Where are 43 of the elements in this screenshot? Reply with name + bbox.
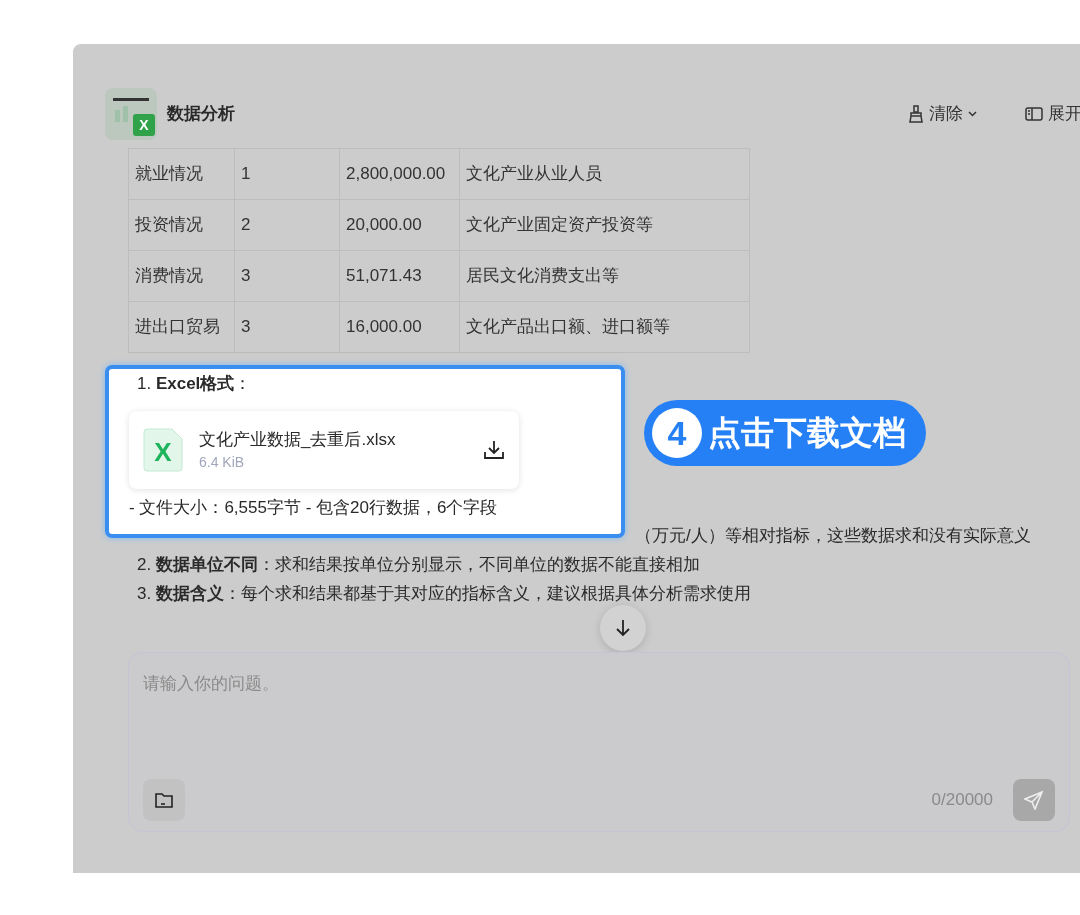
- step-number: 4: [652, 408, 702, 458]
- file-size: 6.4 KiB: [199, 453, 246, 473]
- scroll-down-button[interactable]: [600, 605, 646, 651]
- table-cell: 2,800,000.00: [339, 148, 460, 200]
- badge-icon: [133, 113, 155, 136]
- table-cell: 3: [234, 250, 340, 302]
- heading-text: 1. Excel格式：: [137, 373, 253, 395]
- note-text: 2. 数据单位不同：求和结果按单位分别显示，不同单位的数据不能直接相加: [137, 554, 701, 576]
- file-name: 文化产业数据_去重后.xlsx: [199, 428, 397, 451]
- table-cell: 居民文化消费支出等: [459, 250, 750, 302]
- note-text: 3. 数据含义：每个求和结果都基于其对应的指标含义，建议根据具体分析需求使用: [137, 583, 752, 605]
- message-input[interactable]: 请输入你的问题。: [129, 653, 1069, 763]
- table-cell: 就业情况: [128, 148, 235, 200]
- table-cell: 20,000.00: [339, 199, 460, 251]
- table-cell: 文化产品出口额、进口额等: [459, 301, 750, 353]
- logo-letter: X: [139, 116, 149, 133]
- file-type-letter: X: [154, 437, 172, 467]
- download-icon: [483, 439, 505, 461]
- table-cell: 1: [234, 148, 340, 200]
- table-cell: 消费情况: [128, 250, 235, 302]
- send-icon: [1024, 790, 1044, 810]
- table-cell: 投资情况: [128, 199, 235, 251]
- arrow-down-icon: [615, 619, 631, 637]
- table-cell: 2: [234, 199, 340, 251]
- table-cell: 3: [234, 301, 340, 353]
- callout-label: 点击下载文档: [708, 413, 906, 454]
- table-cell: 进出口贸易: [128, 301, 235, 353]
- app-title: 数据分析: [167, 102, 235, 125]
- attach-folder-button[interactable]: [143, 779, 185, 821]
- table-cell: 51,071.43: [339, 250, 460, 302]
- sidebar-icon: [1025, 105, 1043, 122]
- download-button[interactable]: [483, 439, 505, 461]
- note-text: （万元/人）等相对指标，这些数据求和没有实际意义: [635, 525, 1032, 547]
- bar-chart-drawing: [113, 97, 149, 122]
- caret-icon: [968, 110, 977, 117]
- table-cell: 文化产业固定资产投资等: [459, 199, 750, 251]
- table-cell: 16,000.00: [339, 301, 460, 353]
- folder-icon: [155, 792, 173, 808]
- clear-button[interactable]: 清除: [908, 100, 977, 127]
- character-counter: 0/20000: [931, 789, 993, 812]
- summary-text: - 文件大小：6,555字节 - 包含20行数据，6个字段: [129, 497, 499, 519]
- broom-icon: [908, 104, 924, 123]
- table-cell: 文化产业从业人员: [459, 148, 750, 200]
